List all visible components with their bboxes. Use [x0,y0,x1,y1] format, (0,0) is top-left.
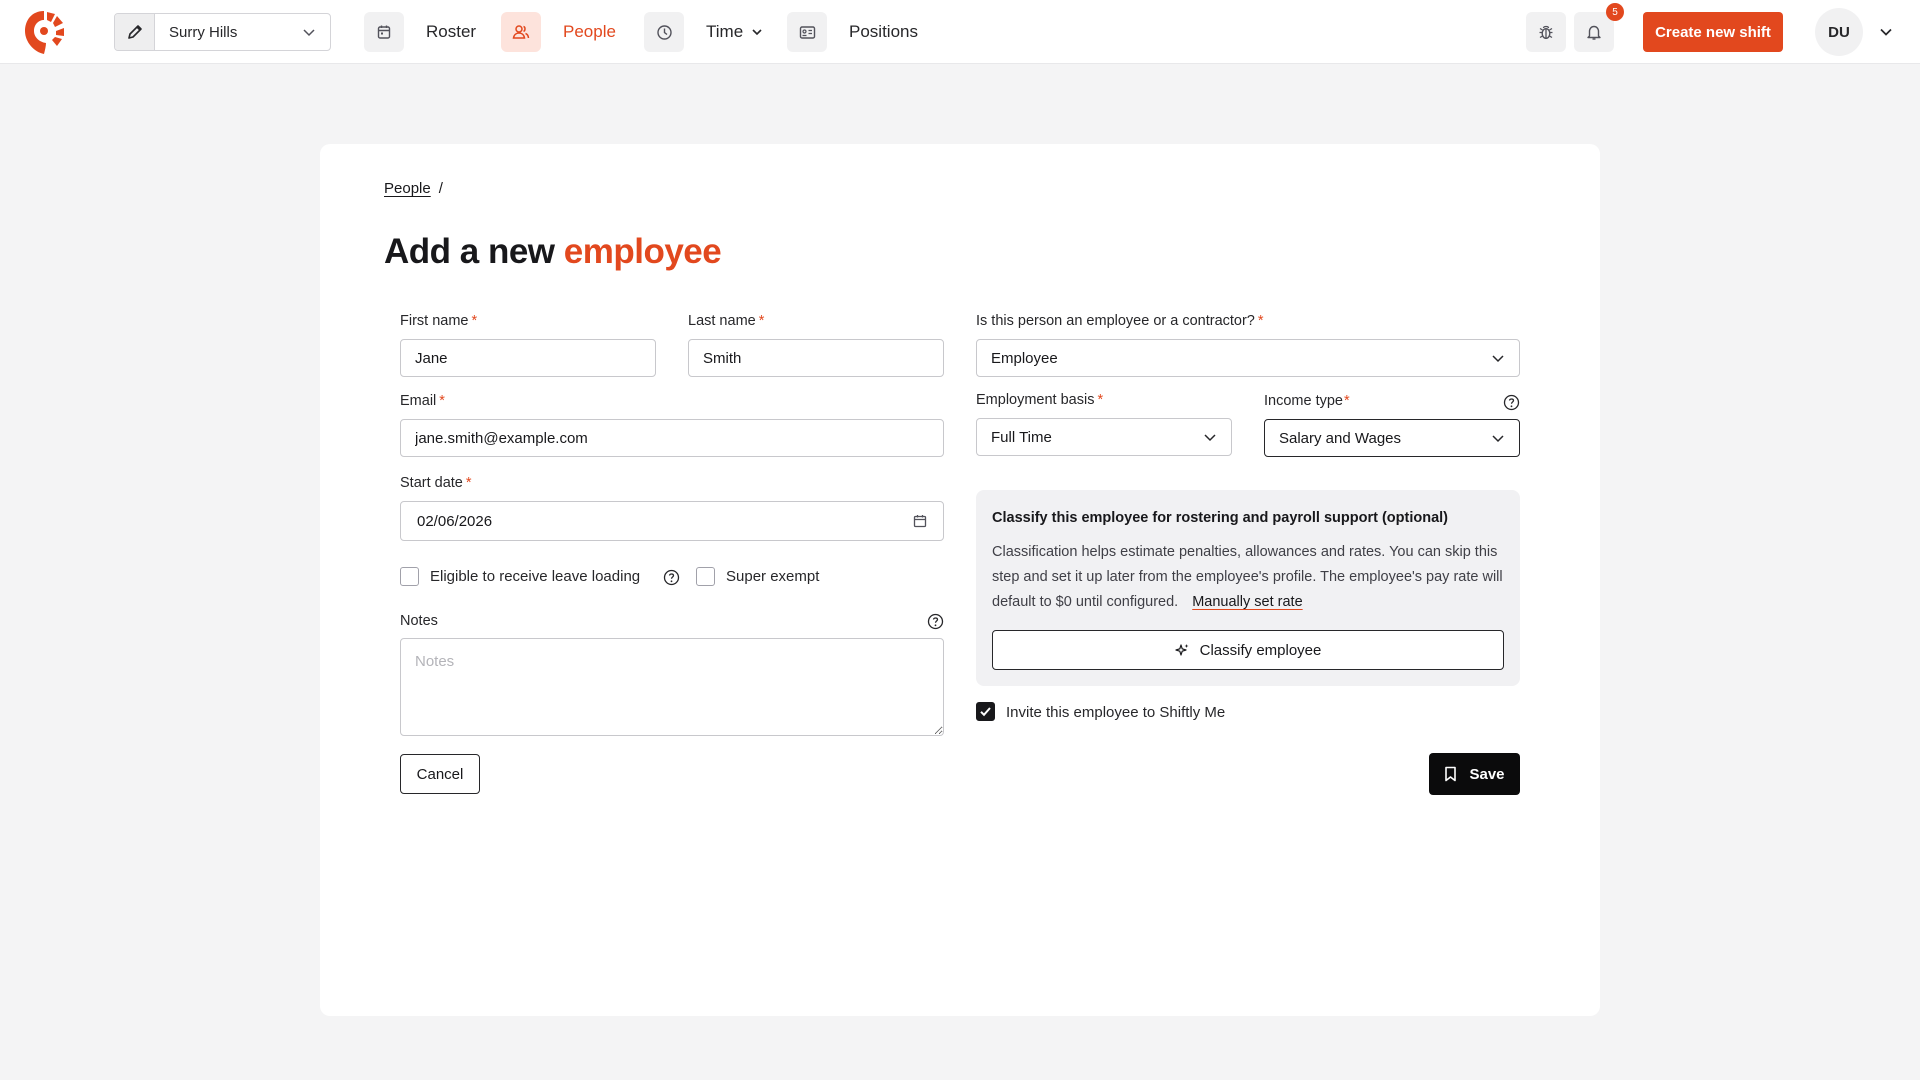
last-name-input[interactable] [688,339,944,377]
notes-textarea[interactable] [400,638,944,736]
save-label: Save [1469,765,1505,783]
worker-type-value: Employee [991,349,1058,367]
employment-basis-value: Full Time [991,428,1052,446]
nav-icon-box [644,12,684,52]
invite-employee-label: Invite this employee to Shiftly Me [1006,704,1226,721]
pencil-icon [127,25,142,39]
create-new-shift-button[interactable]: Create new shift [1643,12,1783,52]
first-name-input[interactable] [400,339,656,377]
calendar-icon[interactable] [913,514,927,528]
employment-basis-label-text: Employment basis [976,392,1095,408]
worker-type-label-text: Is this person an employee or a contract… [976,313,1255,329]
nav-item-roster[interactable]: Roster [364,12,476,52]
calendar-icon [377,25,391,39]
id-card-icon [799,25,815,39]
checkmark-icon [980,707,991,717]
save-button[interactable]: Save [1429,753,1520,795]
location-select[interactable]: Surry Hills [114,13,331,51]
income-type-label-text: Income type [1264,393,1343,409]
start-date-label-text: Start date [400,475,463,491]
start-date-label: Start date * [400,475,472,491]
classify-employee-button[interactable]: Classify employee [992,630,1504,670]
super-exempt-label: Super exempt [726,568,820,585]
chevron-down-icon [752,29,762,36]
clock-icon [656,24,672,40]
page-title-prefix: Add a new [384,232,555,271]
page-title-accent: employee [563,232,722,271]
user-avatar[interactable]: DU [1815,8,1863,56]
required-mark: * [758,313,765,329]
invite-employee-checkbox[interactable] [976,702,995,721]
top-navigation-bar: Surry Hills Roster People Time Positions… [0,0,1920,64]
required-mark: * [439,393,445,409]
nav-label-positions: Positions [849,22,918,41]
income-type-value: Salary and Wages [1279,429,1402,447]
report-bug-button[interactable] [1526,12,1566,52]
required-mark: * [471,313,478,329]
chevron-down-icon [1492,355,1504,363]
first-name-label-text: First name [400,313,469,329]
classification-panel: Classify this employee for rostering and… [976,490,1520,686]
classification-title: Classify this employee for rostering and… [992,510,1449,526]
chevron-down-icon [1204,434,1216,442]
app-logo-icon[interactable] [22,8,66,56]
required-mark: * [1097,392,1104,408]
bug-icon [1539,25,1553,40]
classification-description: Classification helps estimate penalties,… [992,540,1504,615]
required-mark: * [465,475,472,491]
nav-item-people[interactable]: People [501,12,616,52]
nav-icon-box [787,12,827,52]
employment-basis-label: Employment basis * [976,392,1103,408]
nav-icon-box [364,12,404,52]
employment-basis-select[interactable]: Full Time [976,418,1232,456]
help-circle-icon[interactable] [663,569,680,586]
first-name-label: First name * [400,313,477,329]
nav-label-roster: Roster [426,22,477,41]
leave-loading-checkbox[interactable] [400,567,419,586]
location-select-value: Surry Hills [169,23,238,41]
nav-icon-box [501,12,541,52]
last-name-label-text: Last name [688,313,756,329]
bell-icon [1587,25,1601,40]
required-mark: * [1257,313,1264,329]
classify-employee-label: Classify employee [1199,641,1322,659]
worker-type-select[interactable]: Employee [976,339,1520,377]
chevron-down-icon[interactable] [1879,25,1893,39]
breadcrumb: People / [384,180,443,197]
cancel-button[interactable]: Cancel [400,754,480,794]
chevron-down-icon [1492,435,1504,443]
edit-location-button[interactable] [115,14,155,50]
manually-set-rate-link[interactable]: Manually set rate [1192,594,1302,610]
people-icon [512,25,530,39]
page-title: Add a new employee [384,232,722,272]
start-date-input[interactable]: 02/06/2026 [400,501,944,541]
email-label: Email * [400,393,445,409]
income-type-label: Income type* [1264,393,1350,409]
super-exempt-checkbox[interactable] [696,567,715,586]
start-date-value: 02/06/2026 [417,512,493,530]
nav-label-people: People [563,22,616,41]
nav-item-positions[interactable]: Positions [787,12,918,52]
sparkle-icon [1175,643,1189,656]
bookmark-icon [1445,766,1457,782]
worker-type-label: Is this person an employee or a contract… [976,313,1264,329]
nav-label-time: Time [706,22,744,41]
required-mark: * [1344,393,1350,409]
email-label-text: Email [400,393,437,409]
last-name-label: Last name * [688,313,764,329]
notes-label: Notes [400,613,438,629]
nav-item-time[interactable]: Time [644,12,763,52]
help-circle-icon[interactable] [1503,394,1520,411]
chevron-down-icon [303,29,315,37]
income-type-select[interactable]: Salary and Wages [1264,419,1520,457]
notification-count-badge: 5 [1606,3,1624,21]
breadcrumb-people-link[interactable]: People [384,180,431,197]
email-input[interactable] [400,419,944,457]
help-circle-icon[interactable] [927,613,944,630]
add-employee-card: People / Add a new employee First name * … [320,144,1600,1016]
breadcrumb-separator: / [438,180,443,197]
leave-loading-label: Eligible to receive leave loading [430,568,641,585]
